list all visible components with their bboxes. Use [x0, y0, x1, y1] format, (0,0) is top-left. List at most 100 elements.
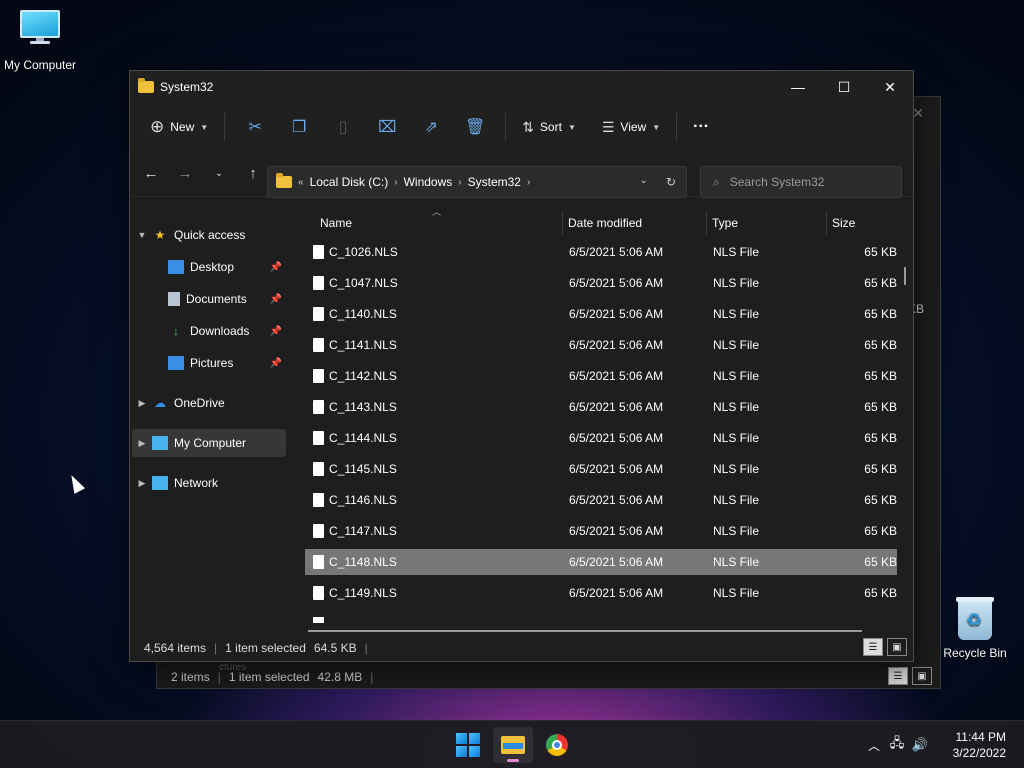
nav-item-onedrive[interactable]: ▶ ☁ OneDrive: [132, 389, 286, 417]
table-row[interactable]: C_1147.NLS 6/5/2021 5:06 AM NLS File 65 KB: [305, 518, 897, 544]
tiles-view-icon[interactable]: ▣: [912, 667, 932, 685]
table-row[interactable]: C_1148.NLS 6/5/2021 5:06 AM NLS File 65 KB: [305, 549, 897, 575]
table-row[interactable]: C_1144.NLS 6/5/2021 5:06 AM NLS File 65 KB: [305, 425, 897, 451]
table-row[interactable]: C_1140.NLS 6/5/2021 5:06 AM NLS File 65 KB: [305, 301, 897, 327]
forward-button[interactable]: →: [168, 165, 202, 182]
file-list: ︿ Name Date modified Type Size C_1026.NL…: [290, 207, 912, 632]
chevron-down-icon[interactable]: ⌄: [640, 175, 648, 189]
close-icon[interactable]: ✕: [912, 105, 924, 122]
table-row[interactable]: C_1047.NLS 6/5/2021 5:06 AM NLS File 65 KB: [305, 270, 897, 296]
table-row[interactable]: C_1143.NLS 6/5/2021 5:06 AM NLS File 65 KB: [305, 394, 897, 420]
title-bar[interactable]: System32 — ☐ ✕: [130, 71, 913, 103]
rename-button[interactable]: ⌧: [371, 109, 403, 145]
nav-item-documents[interactable]: Documents 📌: [132, 285, 286, 313]
horizontal-scrollbar[interactable]: [308, 630, 862, 632]
details-view-icon[interactable]: ☰: [888, 667, 908, 685]
file-size: 65 KB: [864, 400, 897, 414]
recent-locations-button[interactable]: ⌄: [202, 168, 236, 179]
table-row[interactable]: C_1145.NLS 6/5/2021 5:06 AM NLS File 65 KB: [305, 456, 897, 482]
file-date: 6/5/2021 5:06 AM: [569, 524, 664, 538]
back-button[interactable]: ←: [134, 165, 168, 182]
search-input[interactable]: ⌕ Search System32: [700, 166, 902, 198]
show-hidden-icons-button[interactable]: ︿: [864, 737, 884, 754]
minimize-button[interactable]: —: [775, 71, 821, 103]
clipboard-icon: ▯: [338, 119, 348, 136]
nav-item-desktop[interactable]: Desktop 📌: [132, 253, 286, 281]
background-status-bar: 2 items | 1 item selected 42.8 MB |: [171, 670, 374, 684]
file-size: 65 KB: [864, 431, 897, 445]
file-size: 65 KB: [864, 276, 897, 290]
command-bar: ⊕ New ▼ ✂ ❐ ▯ ⌧ ⇗ 🗑 ⇅ Sort ▼ ☰ View ▼ ··…: [130, 103, 913, 151]
taskbar-file-explorer[interactable]: [493, 727, 533, 763]
chevron-right-icon[interactable]: ▶: [132, 398, 152, 409]
breadcrumb-local-disk[interactable]: Local Disk (C:): [310, 175, 389, 189]
view-list-icon: ☰: [601, 118, 615, 135]
file-explorer-icon: [501, 736, 525, 754]
file-date: 6/5/2021 5:06 AM: [569, 307, 664, 321]
share-button[interactable]: ⇗: [415, 109, 447, 145]
breadcrumb-windows[interactable]: Windows: [404, 175, 453, 189]
overflow-chevron-icon: «: [298, 176, 304, 188]
nav-item-pictures[interactable]: Pictures 📌: [132, 349, 286, 377]
up-button[interactable]: ↑: [236, 165, 270, 182]
nav-item-network[interactable]: ▶ Network: [132, 469, 286, 497]
start-button[interactable]: [448, 727, 488, 763]
vertical-scrollbar[interactable]: [904, 267, 906, 285]
copy-button[interactable]: ❐: [283, 109, 315, 145]
file-icon: [313, 524, 324, 538]
file-name: C_1148.NLS: [329, 555, 397, 569]
chevron-right-icon: ›: [526, 176, 531, 188]
nav-item-downloads[interactable]: ↓ Downloads 📌: [132, 317, 286, 345]
tiles-view-icon[interactable]: ▣: [887, 638, 907, 656]
clock[interactable]: 11:44 PM 3/22/2022: [953, 729, 1006, 761]
table-row[interactable]: C_1026.NLS 6/5/2021 5:06 AM NLS File 65 KB: [305, 239, 897, 265]
refresh-icon[interactable]: ↻: [666, 175, 676, 189]
pin-icon: 📌: [269, 293, 282, 305]
taskbar-chrome[interactable]: [537, 727, 577, 763]
trash-icon: 🗑: [465, 119, 486, 136]
table-row[interactable]: C_1141.NLS 6/5/2021 5:06 AM NLS File 65 KB: [305, 332, 897, 358]
file-date: 6/5/2021 5:06 AM: [569, 586, 664, 600]
file-name: C_1047.NLS: [329, 276, 398, 290]
details-view-icon[interactable]: ☰: [863, 638, 883, 656]
folder-icon: [138, 78, 154, 93]
file-name: C_1145.NLS: [329, 462, 397, 476]
network-status-icon[interactable]: 🖧: [884, 734, 910, 756]
file-name: C_1149.NLS: [329, 586, 397, 600]
table-row-partial[interactable]: [305, 611, 897, 623]
file-type: NLS File: [713, 555, 760, 569]
volume-icon[interactable]: 🔊: [910, 737, 930, 753]
close-button[interactable]: ✕: [867, 71, 913, 103]
table-row[interactable]: C_1149.NLS 6/5/2021 5:06 AM NLS File 65 KB: [305, 580, 897, 606]
file-rows: C_1026.NLS 6/5/2021 5:06 AM NLS File 65 KB C…: [290, 209, 912, 623]
file-date: 6/5/2021 5:06 AM: [569, 276, 664, 290]
nav-item-quick-access[interactable]: ▼ ★ Quick access: [132, 221, 286, 249]
clock-date: 3/22/2022: [952, 746, 1006, 760]
scissors-icon: ✂: [248, 119, 262, 136]
desktop-icon-my-computer[interactable]: My Computer: [0, 10, 80, 72]
table-row[interactable]: C_1146.NLS 6/5/2021 5:06 AM NLS File 65 KB: [305, 487, 897, 513]
view-button[interactable]: ☰ View ▼: [594, 109, 668, 145]
sort-icon: ⇅: [522, 118, 534, 135]
address-bar[interactable]: « Local Disk (C:) › Windows › System32 ›…: [267, 166, 687, 198]
more-options-button[interactable]: ···: [685, 109, 717, 145]
table-row[interactable]: C_1142.NLS 6/5/2021 5:06 AM NLS File 65 KB: [305, 363, 897, 389]
maximize-button[interactable]: ☐: [821, 71, 867, 103]
file-name: C_1140.NLS: [329, 307, 397, 321]
paste-button[interactable]: ▯: [327, 109, 359, 145]
sort-button[interactable]: ⇅ Sort ▼: [514, 109, 584, 145]
desktop-icon-recycle-bin[interactable]: ♻ Recycle Bin: [935, 597, 1015, 660]
new-button[interactable]: ⊕ New ▼: [142, 109, 216, 145]
explorer-window: System32 — ☐ ✕ ⊕ New ▼ ✂ ❐ ▯ ⌧ ⇗ 🗑 ⇅ Sor…: [129, 70, 914, 662]
cut-button[interactable]: ✂: [239, 109, 271, 145]
nav-item-my-computer[interactable]: ▶ My Computer: [132, 429, 286, 457]
file-size: 65 KB: [864, 369, 897, 383]
file-date: 6/5/2021 5:06 AM: [569, 462, 664, 476]
background-selected-size: 42.8 MB: [317, 670, 363, 684]
chevron-down-icon[interactable]: ▼: [132, 230, 152, 240]
delete-button[interactable]: 🗑: [459, 109, 491, 145]
chevron-right-icon: ›: [458, 176, 462, 188]
chevron-right-icon[interactable]: ▶: [132, 438, 152, 449]
chevron-right-icon[interactable]: ▶: [132, 478, 152, 489]
breadcrumb-system32[interactable]: System32: [468, 175, 521, 189]
